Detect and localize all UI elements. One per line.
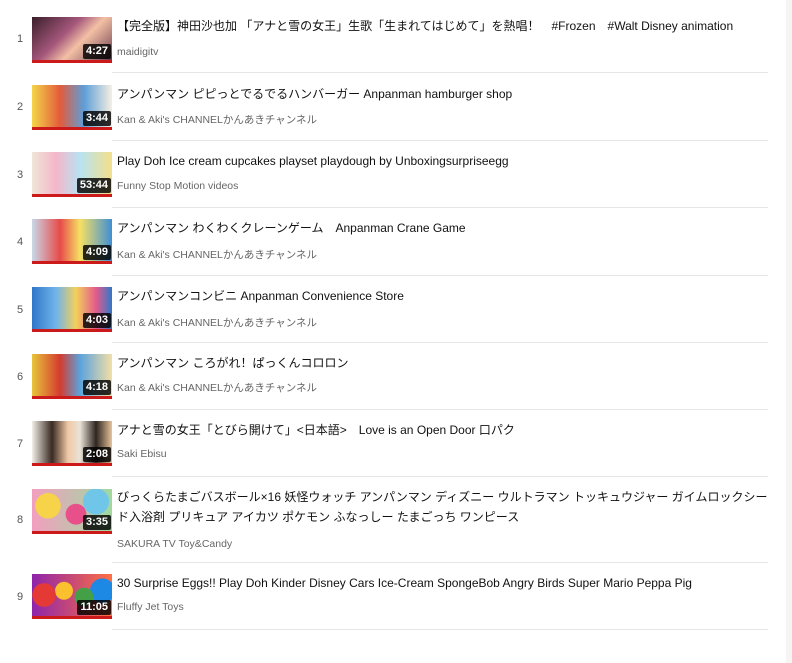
duration-badge: 53:44 xyxy=(76,178,111,193)
video-thumbnail[interactable]: 4:18 xyxy=(32,354,112,399)
divider xyxy=(112,629,768,630)
channel-name[interactable]: Fluffy Jet Toys xyxy=(117,601,617,613)
video-thumbnail[interactable]: 4:27 xyxy=(32,17,112,63)
channel-name[interactable]: maidigitv xyxy=(117,46,617,58)
item-index: 5 xyxy=(16,304,24,316)
duration-badge: 4:03 xyxy=(82,313,111,328)
list-item[interactable]: 5 4:03 アンパンマンコンビニ Anpanman Convenience S… xyxy=(0,276,792,342)
duration-badge: 4:27 xyxy=(82,44,111,59)
item-index: 2 xyxy=(16,101,24,113)
item-index: 8 xyxy=(16,514,24,526)
video-title[interactable]: びっくらたまごバスボール×16 妖怪ウォッチ アンパンマン ディズニー ウルトラ… xyxy=(117,487,772,527)
duration-badge: 2:08 xyxy=(82,447,111,462)
item-index: 7 xyxy=(16,438,24,450)
item-index: 1 xyxy=(16,33,24,45)
list-item[interactable]: 3 53:44 Play Doh Ice cream cupcakes play… xyxy=(0,141,792,207)
item-index: 4 xyxy=(16,236,24,248)
video-thumbnail[interactable]: 11:05 xyxy=(32,574,112,619)
video-title[interactable]: アンパンマンコンビニ Anpanman Convenience Store xyxy=(117,286,772,306)
channel-name[interactable]: SAKURA TV Toy&Candy xyxy=(117,538,617,550)
list-item[interactable]: 1 4:27 【完全版】神田沙也加 「アナと雪の女王」生歌「生まれてはじめて」を… xyxy=(0,0,792,72)
list-item[interactable]: 6 4:18 アンパンマン ころがれ！ぱっくんコロロン Kan & Aki's … xyxy=(0,343,792,409)
duration-badge: 3:35 xyxy=(82,515,111,530)
channel-name[interactable]: Kan & Aki's CHANNELかんあきチャンネル xyxy=(117,380,617,395)
video-title[interactable]: 【完全版】神田沙也加 「アナと雪の女王」生歌「生まれてはじめて」を熱唱！ #Fr… xyxy=(117,16,772,36)
duration-badge: 3:44 xyxy=(82,111,111,126)
list-item[interactable]: 9 11:05 30 Surprise Eggs!! Play Doh Kind… xyxy=(0,563,792,629)
item-index: 9 xyxy=(16,591,24,603)
video-thumbnail[interactable]: 2:08 xyxy=(32,421,112,466)
channel-name[interactable]: Kan & Aki's CHANNELかんあきチャンネル xyxy=(117,112,617,127)
list-item[interactable]: 2 3:44 アンパンマン ピピっとでるでるハンバーガー Anpanman ha… xyxy=(0,73,792,139)
video-thumbnail[interactable]: 4:09 xyxy=(32,219,112,264)
video-thumbnail[interactable]: 53:44 xyxy=(32,152,112,197)
channel-name[interactable]: Funny Stop Motion videos xyxy=(117,180,617,192)
channel-name[interactable]: Kan & Aki's CHANNELかんあきチャンネル xyxy=(117,315,617,330)
video-title[interactable]: 30 Surprise Eggs!! Play Doh Kinder Disne… xyxy=(117,573,772,593)
channel-name[interactable]: Kan & Aki's CHANNELかんあきチャンネル xyxy=(117,247,617,262)
video-thumbnail[interactable]: 3:44 xyxy=(32,85,112,130)
list-item[interactable]: 8 3:35 びっくらたまごバスボール×16 妖怪ウォッチ アンパンマン ディズ… xyxy=(0,477,792,561)
list-item[interactable]: 4 4:09 アンパンマン わくわくクレーンゲーム Anpanman Crane… xyxy=(0,208,792,274)
video-title[interactable]: アンパンマン わくわくクレーンゲーム Anpanman Crane Game xyxy=(117,218,772,238)
video-title[interactable]: アンパンマン ピピっとでるでるハンバーガー Anpanman hamburger… xyxy=(117,84,772,104)
video-title[interactable]: アンパンマン ころがれ！ぱっくんコロロン xyxy=(117,353,772,373)
duration-badge: 4:18 xyxy=(82,380,111,395)
list-item[interactable]: 7 2:08 アナと雪の女王「とびら開けて」<日本語> Love is an O… xyxy=(0,410,792,476)
video-thumbnail[interactable]: 3:35 xyxy=(32,489,112,534)
duration-badge: 11:05 xyxy=(77,600,111,615)
channel-name[interactable]: Saki Ebisu xyxy=(117,448,617,460)
video-title[interactable]: Play Doh Ice cream cupcakes playset play… xyxy=(117,151,772,171)
item-index: 3 xyxy=(16,169,24,181)
scrollbar-track[interactable] xyxy=(786,0,792,663)
video-title[interactable]: アナと雪の女王「とびら開けて」<日本語> Love is an Open Doo… xyxy=(117,420,772,440)
item-index: 6 xyxy=(16,371,24,383)
video-thumbnail[interactable]: 4:03 xyxy=(32,287,112,332)
duration-badge: 4:09 xyxy=(82,245,111,260)
